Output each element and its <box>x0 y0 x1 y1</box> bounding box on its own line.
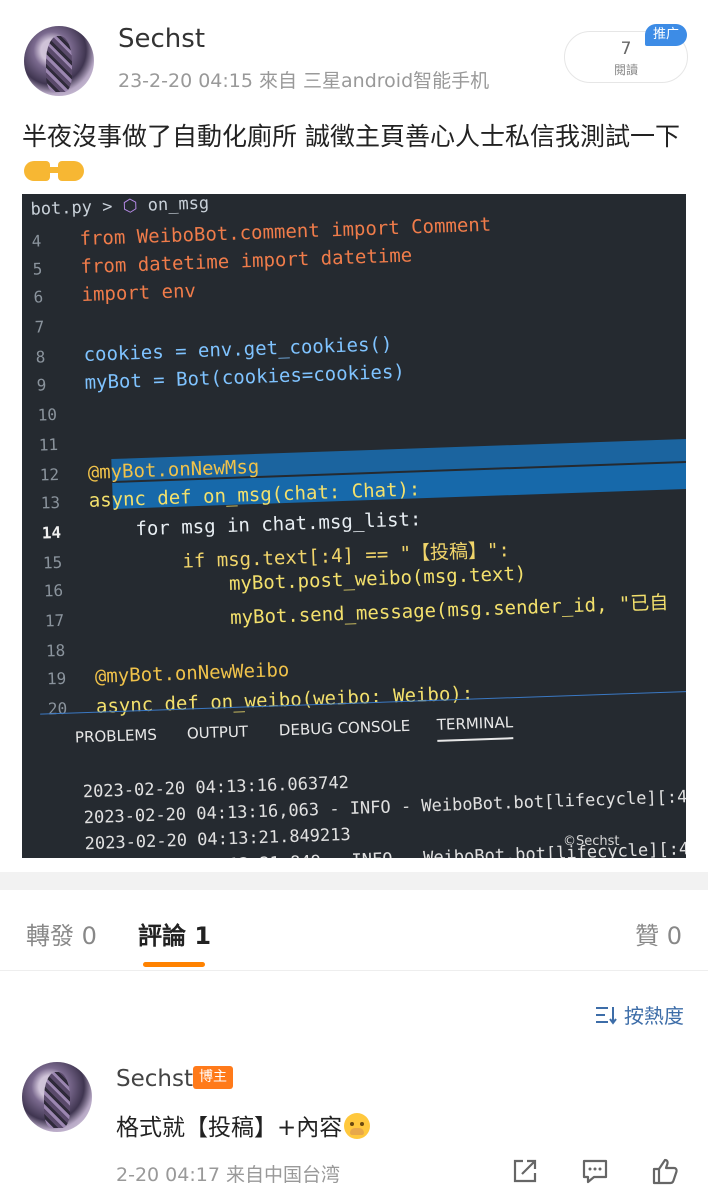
code-line: from WeiboBot.comment import Comment <box>79 213 492 251</box>
line-number: 5 <box>32 259 43 279</box>
sort-icon <box>596 1006 617 1025</box>
commenter-name[interactable]: Sechst <box>116 1066 193 1092</box>
code-line: for msg in chat.msg_list: <box>89 508 422 542</box>
tab-like[interactable]: 贊 0 <box>635 916 682 951</box>
breadcrumb-file: bot.py <box>30 197 93 220</box>
code-editor-photo: bot.py > ⬡ on_msg 4 5 6 7 8 9 10 11 12 1… <box>22 194 686 858</box>
terminal-line: 2023-02-20 04:13:16.063742 <box>82 772 350 803</box>
code-line: import env <box>81 279 197 306</box>
line-number: 15 <box>42 552 63 573</box>
face-emoji-icon <box>344 1113 371 1139</box>
pointing-left-emoji-icon <box>58 161 84 181</box>
comment-body: 格式就【投稿】+內容 <box>116 1115 343 1141</box>
line-number: 9 <box>36 375 47 395</box>
line-number: 7 <box>34 317 45 337</box>
author-name[interactable]: Sechst <box>118 24 205 54</box>
line-number-current: 14 <box>41 522 62 543</box>
line-number: 17 <box>44 610 65 631</box>
line-number: 16 <box>43 580 64 601</box>
terminal-line: 2023-02-20 04:13:21.849213 <box>84 824 352 855</box>
line-number: 20 <box>47 698 68 719</box>
read-label: 閱讀 <box>613 63 638 77</box>
comment-meta: 2-20 04:17 来自中国台湾 <box>116 1164 340 1186</box>
code-line: from datetime import datetime <box>80 244 413 278</box>
tab-divider <box>0 970 708 971</box>
share-icon[interactable] <box>510 1156 540 1186</box>
line-number: 12 <box>39 464 60 485</box>
line-number: 19 <box>46 668 67 689</box>
active-tab-indicator <box>143 962 205 967</box>
line-number: 18 <box>45 640 66 661</box>
tab-output: OUTPUT <box>186 722 249 743</box>
tab-comment[interactable]: 評論 1 <box>138 916 211 951</box>
code-line: myBot = Bot(cookies=cookies) <box>84 360 406 394</box>
editor-breadcrumb: bot.py > ⬡ on_msg <box>30 194 209 220</box>
author-avatar[interactable] <box>24 26 94 96</box>
post-text-body: 半夜沒事做了自動化廁所 誠徵主頁善心人士私信我測試一下 <box>22 122 680 151</box>
code-line: cookies = env.get_cookies() <box>83 333 393 366</box>
code-line: @myBot.onNewWeibo <box>94 658 290 688</box>
promote-badge[interactable]: 推广 <box>645 24 687 46</box>
cube-icon: ⬡ <box>122 195 138 217</box>
line-number: 6 <box>33 287 44 307</box>
image-watermark: ©Sechst <box>563 834 620 849</box>
tab-problems: PROBLEMS <box>74 725 158 747</box>
line-number: 10 <box>37 404 58 425</box>
chevron-right-icon: > <box>101 196 124 218</box>
line-number: 4 <box>31 231 42 251</box>
tab-debug-console: DEBUG CONSOLE <box>278 716 411 740</box>
comment-text: 格式就【投稿】+內容 <box>116 1108 371 1142</box>
line-number: 13 <box>40 492 61 513</box>
line-number: 11 <box>38 434 59 455</box>
pointing-right-emoji-icon <box>24 161 58 181</box>
sort-label: 按熱度 <box>624 1004 684 1028</box>
sort-button[interactable]: 按熱度 <box>594 1000 684 1029</box>
tab-terminal: TERMINAL <box>436 713 514 734</box>
section-gap <box>0 872 708 890</box>
post-meta: 23-2-20 04:15 來自 三星android智能手机 <box>118 70 490 92</box>
post-text: 半夜沒事做了自動化廁所 誠徵主頁善心人士私信我測試一下 <box>22 120 692 188</box>
tab-repost[interactable]: 轉發 0 <box>26 916 97 951</box>
author-badge: 博主 <box>193 1066 233 1089</box>
reply-icon[interactable] <box>580 1156 610 1186</box>
breadcrumb-symbol: on_msg <box>147 194 210 216</box>
like-icon[interactable] <box>650 1156 680 1186</box>
active-tab-underline <box>437 737 514 742</box>
text-cursor-icon: I <box>684 469 686 491</box>
post-image[interactable]: bot.py > ⬡ on_msg 4 5 6 7 8 9 10 11 12 1… <box>22 194 686 858</box>
commenter-avatar[interactable] <box>22 1062 92 1132</box>
line-number: 8 <box>35 347 46 367</box>
